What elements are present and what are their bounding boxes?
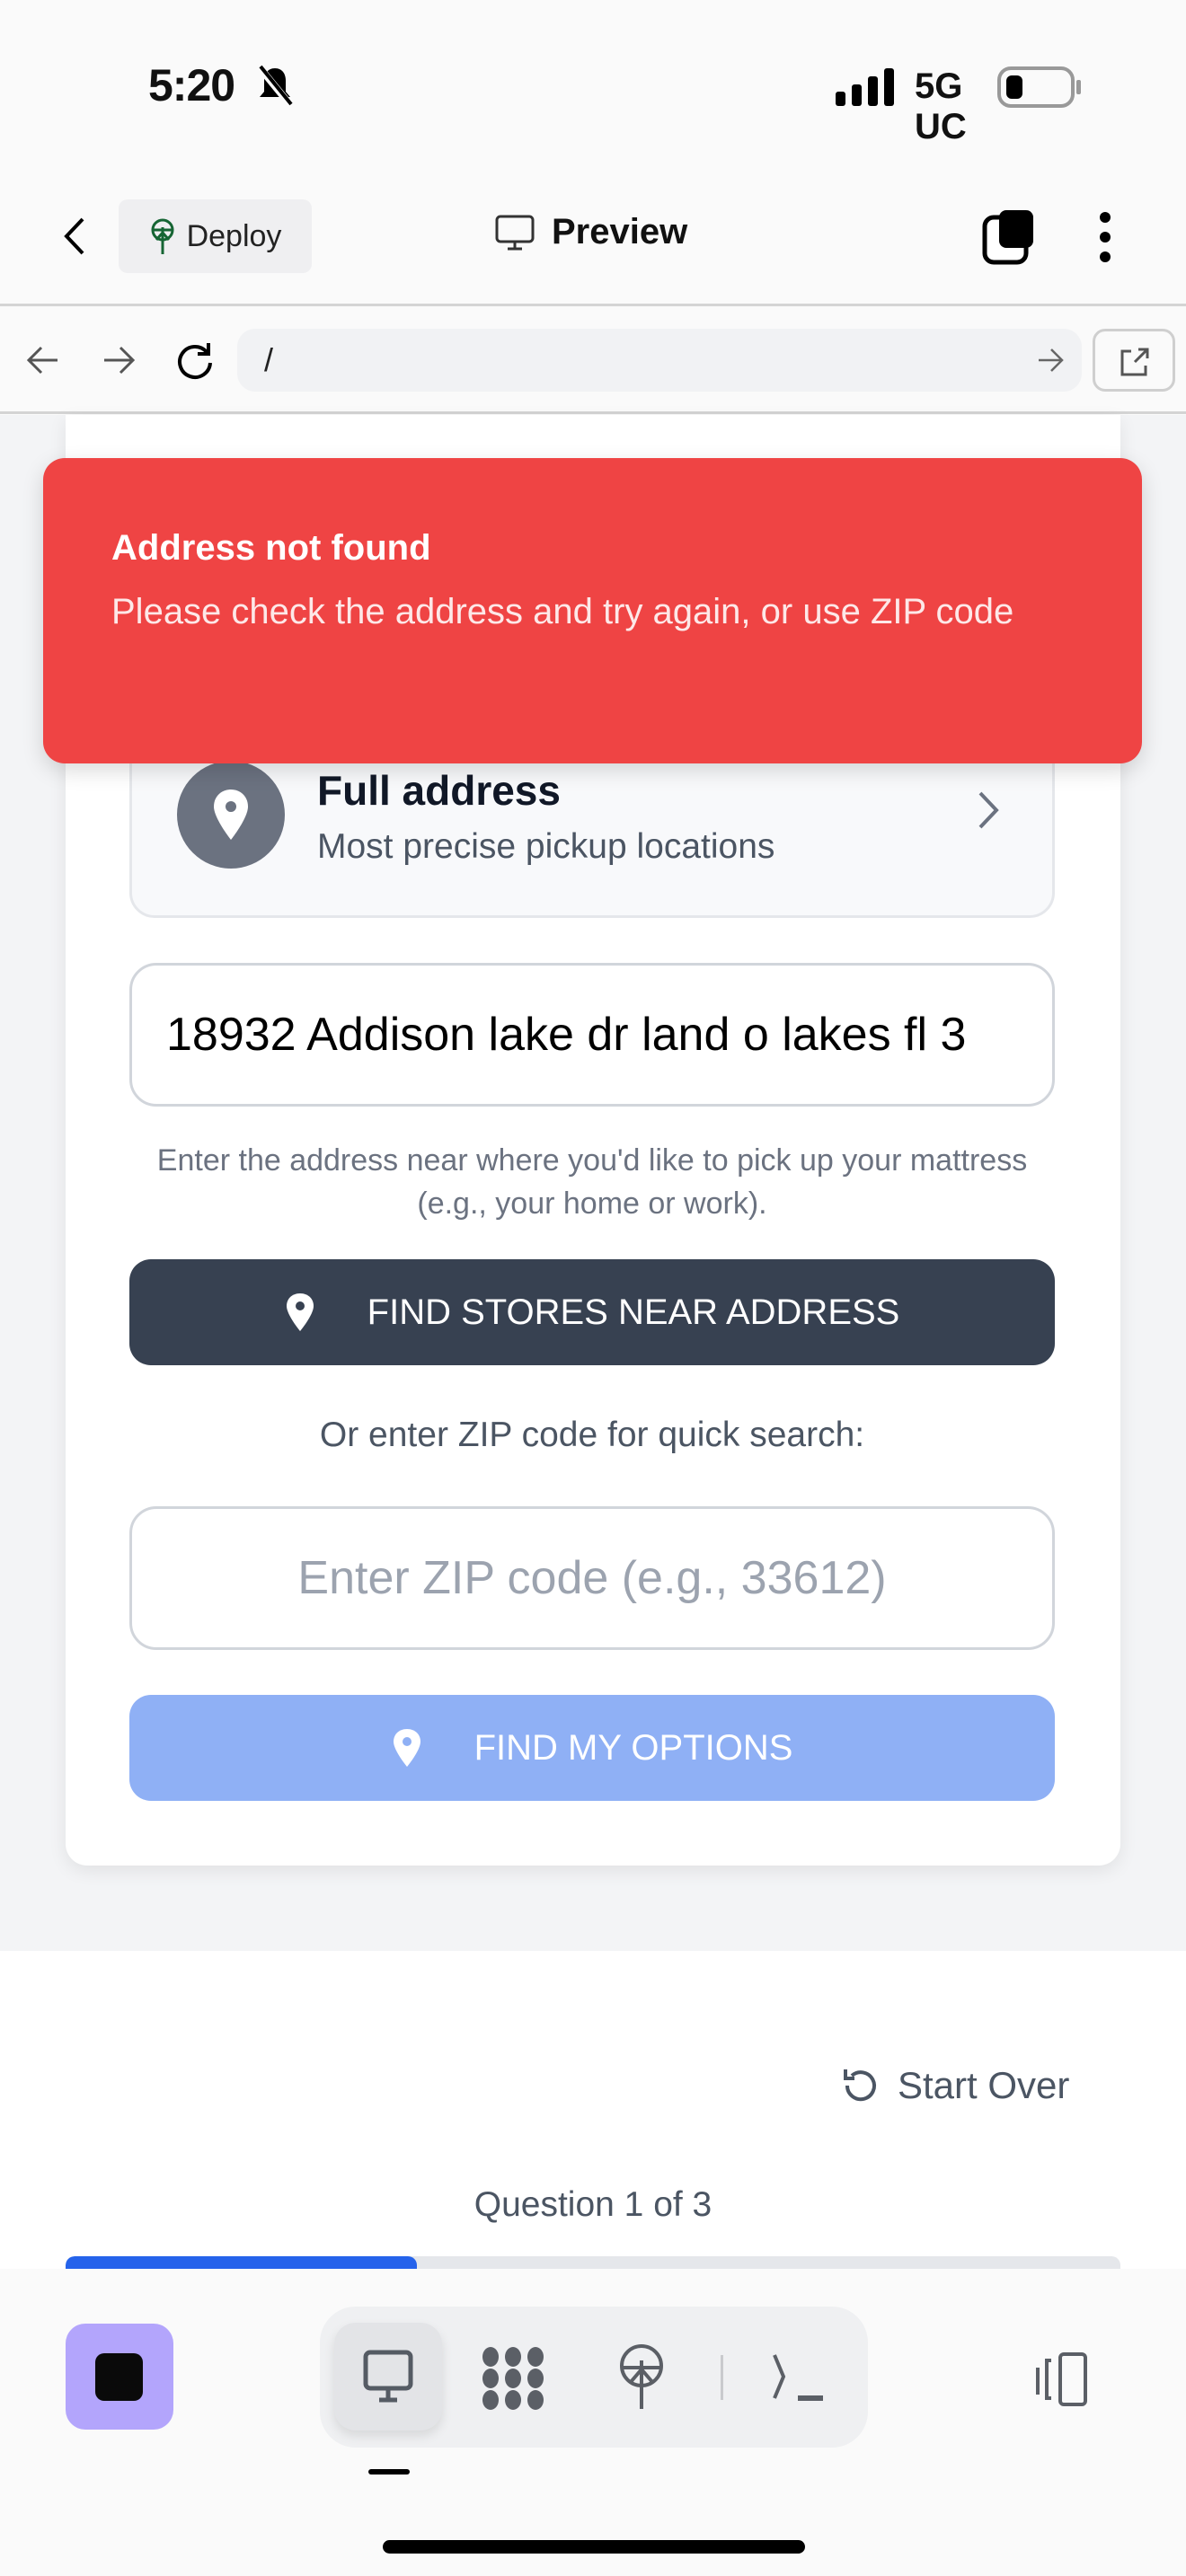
chevron-right-icon [978, 791, 999, 829]
start-over-button[interactable]: Start Over [840, 2064, 1069, 2107]
stop-button[interactable] [66, 2324, 173, 2430]
footer-area [0, 1951, 1186, 2274]
battery-icon [997, 66, 1081, 108]
clock: 5:20 [148, 60, 235, 110]
deploy-button[interactable]: Deploy [119, 199, 312, 273]
toast-message: Please check the address and try again, … [111, 592, 1014, 631]
option-subtitle: Most precise pickup locations [317, 827, 775, 866]
external-link-icon [1120, 348, 1149, 376]
browser-back-icon[interactable] [25, 345, 61, 375]
tabs-icon[interactable] [981, 208, 1039, 266]
bell-slash-icon [255, 64, 295, 109]
deploy-icon[interactable] [616, 2342, 667, 2409]
preview-tab[interactable] [334, 2323, 442, 2430]
go-icon[interactable] [1037, 347, 1064, 374]
terminal-icon[interactable] [771, 2351, 828, 2405]
home-indicator[interactable] [383, 2540, 805, 2554]
browser-forward-icon[interactable] [101, 345, 137, 375]
divider [0, 304, 1186, 306]
option-title: Full address [317, 767, 561, 814]
open-external-button[interactable] [1093, 329, 1175, 392]
error-toast: Address not found Please check the addre… [43, 458, 1142, 763]
url-bar[interactable]: / [237, 329, 1082, 392]
zip-prompt: Or enter ZIP code for quick search: [319, 1416, 865, 1454]
back-icon[interactable] [61, 216, 88, 257]
toast-title: Address not found [111, 528, 431, 568]
stop-icon [95, 2353, 143, 2401]
question-counter: Question 1 of 3 [474, 2185, 712, 2224]
location-pin-icon [393, 1729, 420, 1767]
address-helper-text: Enter the address near where you'd like … [156, 1143, 1028, 1221]
location-pin-icon [286, 1293, 314, 1331]
zip-input[interactable]: Enter ZIP code (e.g., 33612) [129, 1506, 1055, 1650]
restart-icon [844, 2069, 876, 2102]
monitor-icon [363, 2350, 413, 2403]
url-text: / [264, 341, 274, 378]
location-pin-icon [177, 761, 285, 869]
deploy-icon [151, 218, 174, 254]
signal-icon [836, 68, 894, 106]
device-rotate-icon[interactable] [1035, 2351, 1098, 2407]
active-tab-indicator [368, 2469, 410, 2475]
monitor-icon [495, 215, 535, 250]
preview-title: Preview [494, 212, 687, 252]
find-stores-button[interactable]: FIND STORES NEAR ADDRESS [129, 1259, 1055, 1365]
preview-label: Preview [552, 212, 688, 251]
deploy-label: Deploy [186, 218, 282, 253]
address-input[interactable]: 18932 Addison lake dr land o lakes fl 3 [129, 963, 1055, 1107]
view-switcher [320, 2307, 868, 2448]
start-over-label: Start Over [898, 2064, 1070, 2106]
find-options-label: FIND MY OPTIONS [474, 1727, 793, 1768]
find-options-button[interactable]: FIND MY OPTIONS [129, 1695, 1055, 1801]
reload-icon[interactable] [174, 340, 214, 381]
workflow-icon[interactable] [482, 2346, 544, 2411]
separator [721, 2355, 723, 2400]
more-menu-icon[interactable] [1096, 210, 1114, 264]
find-stores-label: FIND STORES NEAR ADDRESS [367, 1292, 900, 1332]
network-label: 5G UC [915, 66, 967, 146]
divider [0, 411, 1186, 414]
